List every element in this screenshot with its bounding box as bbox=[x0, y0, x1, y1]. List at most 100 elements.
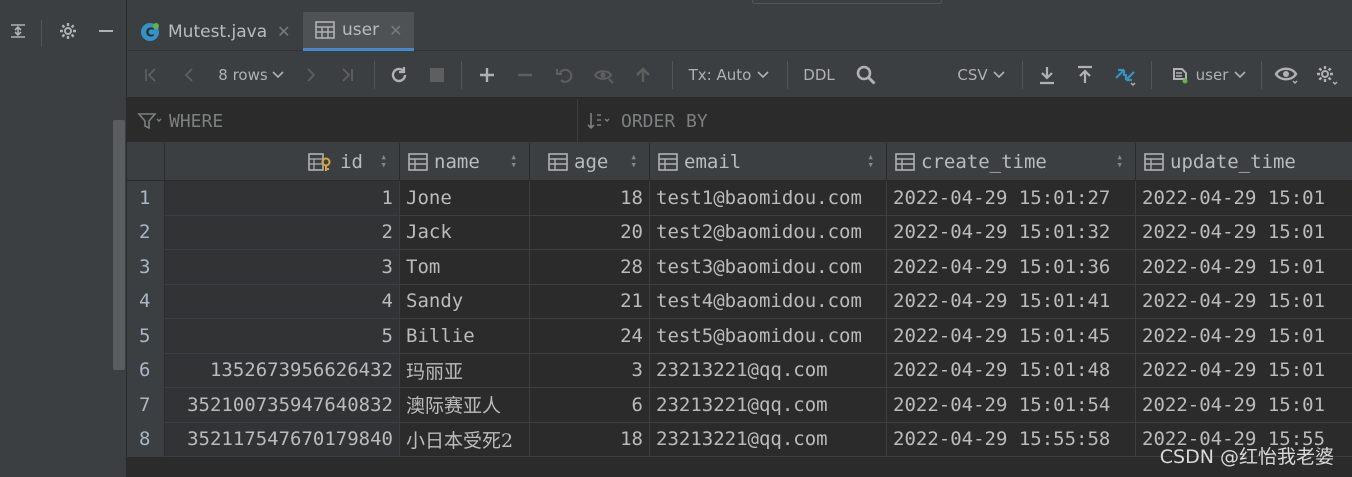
cell-id[interactable]: 352117547670179840 bbox=[165, 422, 400, 457]
table-row[interactable]: 6 1352673956626432 玛丽亚 3 23213221@qq.com 2022… bbox=[127, 353, 1352, 388]
cell-create-time[interactable]: 2022-04-29 15:55:58 bbox=[887, 422, 1136, 457]
minimize-icon[interactable] bbox=[94, 18, 118, 44]
sort-arrows-icon[interactable]: ▴ ▾ bbox=[867, 151, 874, 170]
cell-name[interactable]: Jack bbox=[400, 215, 530, 250]
row-number[interactable]: 8 bbox=[127, 422, 165, 457]
row-number[interactable]: 7 bbox=[127, 388, 165, 423]
cell-email[interactable]: test3@baomidou.com bbox=[650, 250, 887, 285]
cell-name[interactable]: 小日本受死2 bbox=[400, 422, 530, 457]
cell-email[interactable]: test4@baomidou.com bbox=[650, 284, 887, 319]
next-page-icon[interactable] bbox=[299, 51, 323, 98]
close-icon[interactable]: ✕ bbox=[389, 21, 402, 40]
cell-id[interactable]: 1 bbox=[165, 181, 400, 216]
where-filter-input[interactable]: WHERE bbox=[137, 99, 567, 143]
close-icon[interactable]: ✕ bbox=[277, 22, 290, 41]
cell-email[interactable]: test5@baomidou.com bbox=[650, 319, 887, 354]
table-row[interactable]: 7 352100735947640832 澳际赛亚人 6 23213221@qq.com… bbox=[127, 388, 1352, 423]
cell-create-time[interactable]: 2022-04-29 15:01:36 bbox=[887, 250, 1136, 285]
cell-id[interactable]: 2 bbox=[165, 215, 400, 250]
cell-id[interactable]: 3 bbox=[165, 250, 400, 285]
submit-icon[interactable] bbox=[631, 51, 655, 98]
delete-row-icon[interactable] bbox=[513, 51, 537, 98]
ddl-button[interactable]: DDL bbox=[801, 51, 837, 98]
cell-name[interactable]: Jone bbox=[400, 181, 530, 216]
column-header-email[interactable]: email ▴ ▾ bbox=[650, 143, 887, 181]
search-icon[interactable] bbox=[853, 51, 879, 98]
cell-id[interactable]: 352100735947640832 bbox=[165, 388, 400, 423]
cell-email[interactable]: 23213221@qq.com bbox=[650, 422, 887, 457]
table-row[interactable]: 2 2 Jack 20 test2@baomidou.com 2022-04-29 15:… bbox=[127, 215, 1352, 250]
tab-user[interactable]: user ✕ bbox=[303, 12, 414, 51]
cell-age[interactable]: 18 bbox=[530, 181, 650, 216]
cell-email[interactable]: 23213221@qq.com bbox=[650, 353, 887, 388]
cell-create-time[interactable]: 2022-04-29 15:01:41 bbox=[887, 284, 1136, 319]
cell-update-time[interactable]: 2022-04-29 15:01 bbox=[1136, 250, 1352, 285]
cell-update-time[interactable]: 2022-04-29 15:01 bbox=[1136, 354, 1352, 388]
cell-age[interactable]: 18 bbox=[530, 422, 650, 457]
column-header-name[interactable]: name ▴ ▾ bbox=[400, 143, 530, 181]
cell-name[interactable]: Sandy bbox=[400, 284, 530, 319]
cell-update-time[interactable]: 2022-04-29 15:01 bbox=[1136, 181, 1352, 216]
cell-id[interactable]: 5 bbox=[165, 319, 400, 354]
sort-arrows-icon[interactable]: ▴ ▾ bbox=[380, 151, 387, 170]
sort-arrows-icon[interactable]: ▴ ▾ bbox=[630, 151, 637, 170]
cell-age[interactable]: 21 bbox=[530, 284, 650, 319]
column-header-age[interactable]: age ▴ ▾ bbox=[530, 143, 650, 181]
order-by-input[interactable]: ORDER BY bbox=[587, 99, 1327, 143]
gear-icon[interactable] bbox=[56, 18, 80, 44]
page-size-dropdown[interactable]: 8 rows bbox=[215, 51, 287, 98]
row-number[interactable]: 3 bbox=[127, 250, 165, 285]
cell-update-time[interactable]: 2022-04-29 15:01 bbox=[1136, 388, 1352, 423]
last-page-icon[interactable] bbox=[335, 51, 359, 98]
cell-update-time[interactable]: 2022-04-29 15:01 bbox=[1136, 285, 1352, 319]
first-page-icon[interactable] bbox=[139, 51, 163, 98]
cell-create-time[interactable]: 2022-04-29 15:01:54 bbox=[887, 388, 1136, 423]
cell-email[interactable]: test1@baomidou.com bbox=[650, 181, 887, 216]
table-row[interactable]: 4 4 Sandy 21 test4@baomidou.com 2022-04-29 15… bbox=[127, 284, 1352, 319]
transaction-mode-dropdown[interactable]: Tx: Auto bbox=[687, 51, 771, 98]
cell-name[interactable]: Tom bbox=[400, 250, 530, 285]
revert-icon[interactable] bbox=[553, 51, 577, 98]
row-number[interactable]: 6 bbox=[127, 353, 165, 388]
table-row[interactable]: 1 1 Jone 18 test1@baomidou.com 2022-04-29 15:… bbox=[127, 181, 1352, 216]
cell-update-time[interactable]: 2022-04-29 15:01 bbox=[1136, 216, 1352, 250]
refresh-icon[interactable] bbox=[387, 51, 411, 98]
cell-email[interactable]: 23213221@qq.com bbox=[650, 388, 887, 423]
row-number[interactable]: 1 bbox=[127, 181, 165, 216]
cell-name[interactable]: 澳际赛亚人 bbox=[400, 388, 530, 423]
import-icon[interactable] bbox=[1073, 51, 1097, 98]
vertical-scrollbar[interactable] bbox=[113, 120, 125, 370]
previous-page-icon[interactable] bbox=[177, 51, 201, 98]
column-header-id[interactable]: id ▴ ▾ bbox=[165, 143, 400, 181]
sort-arrows-icon[interactable]: ▴ ▾ bbox=[1116, 151, 1123, 170]
cell-age[interactable]: 20 bbox=[530, 215, 650, 250]
cell-create-time[interactable]: 2022-04-29 15:01:45 bbox=[887, 319, 1136, 354]
cell-create-time[interactable]: 2022-04-29 15:01:32 bbox=[887, 215, 1136, 250]
add-row-icon[interactable] bbox=[475, 51, 499, 98]
cell-create-time[interactable]: 2022-04-29 15:01:27 bbox=[887, 181, 1136, 216]
cell-name[interactable]: Billie bbox=[400, 319, 530, 354]
cell-create-time[interactable]: 2022-04-29 15:01:48 bbox=[887, 353, 1136, 388]
preview-changes-icon[interactable] bbox=[591, 51, 617, 98]
row-number[interactable]: 4 bbox=[127, 284, 165, 319]
stop-icon[interactable] bbox=[425, 51, 449, 98]
compare-icon[interactable] bbox=[1111, 51, 1139, 98]
cell-age[interactable]: 6 bbox=[530, 388, 650, 423]
table-row[interactable]: 5 5 Billie 24 test5@baomidou.com 2022-04-29 1… bbox=[127, 319, 1352, 354]
gear-icon[interactable] bbox=[1313, 51, 1341, 98]
column-header-update-time[interactable]: update_time bbox=[1136, 143, 1352, 181]
cell-age[interactable]: 28 bbox=[530, 250, 650, 285]
sort-arrows-icon[interactable]: ▴ ▾ bbox=[510, 151, 517, 170]
view-options-icon[interactable] bbox=[1273, 51, 1301, 98]
collapse-all-icon[interactable] bbox=[6, 18, 30, 44]
cell-age[interactable]: 3 bbox=[530, 353, 650, 388]
column-header-create-time[interactable]: create_time ▴ ▾ bbox=[887, 143, 1136, 181]
row-number[interactable]: 2 bbox=[127, 215, 165, 250]
cell-update-time[interactable]: 2022-04-29 15:01 bbox=[1136, 319, 1352, 354]
row-number[interactable]: 5 bbox=[127, 319, 165, 354]
cell-id[interactable]: 1352673956626432 bbox=[165, 353, 400, 388]
export-format-dropdown[interactable]: CSV bbox=[955, 51, 1007, 98]
cell-name[interactable]: 玛丽亚 bbox=[400, 353, 530, 388]
cell-email[interactable]: test2@baomidou.com bbox=[650, 215, 887, 250]
table-row[interactable]: 3 3 Tom 28 test3@baomidou.com 2022-04-29 15:0… bbox=[127, 250, 1352, 285]
